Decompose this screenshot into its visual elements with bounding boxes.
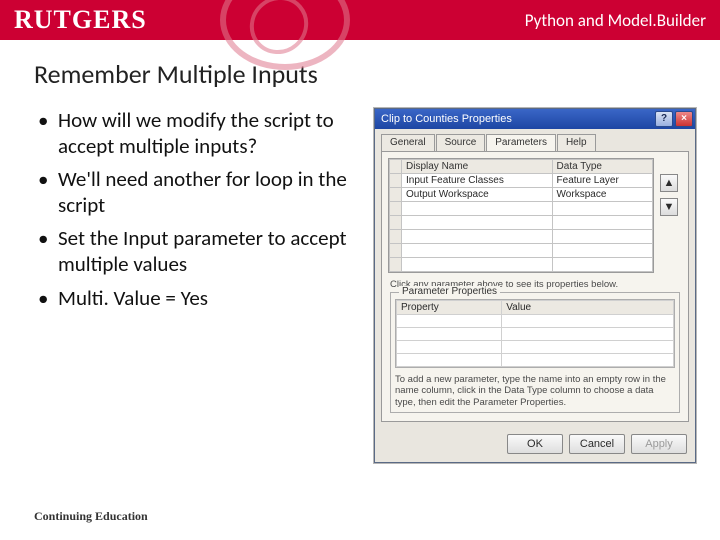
- bullet-item: Multi. Value = Yes: [38, 286, 368, 312]
- close-icon[interactable]: ×: [675, 111, 693, 127]
- cell-data-type[interactable]: Workspace: [552, 188, 652, 202]
- bullet-item: How will we modify the script to accept …: [38, 108, 368, 159]
- bullet-item: We'll need another for loop in the scrip…: [38, 167, 368, 218]
- arrow-down-icon: ▼: [664, 201, 675, 213]
- table-row[interactable]: [390, 216, 653, 230]
- help-icon[interactable]: ?: [655, 111, 673, 127]
- move-up-button[interactable]: ▲: [660, 174, 678, 192]
- header-topic-label: Python and Model.Builder: [525, 10, 706, 31]
- col-data-type[interactable]: Data Type: [552, 160, 652, 174]
- move-down-button[interactable]: ▼: [660, 198, 678, 216]
- cell-display-name[interactable]: Input Feature Classes: [402, 174, 553, 188]
- table-row[interactable]: Input Feature Classes Feature Layer: [390, 174, 653, 188]
- tab-help[interactable]: Help: [557, 134, 596, 152]
- col-display-name[interactable]: Display Name: [402, 160, 553, 174]
- table-row[interactable]: [390, 258, 653, 272]
- parameter-properties-group: Parameter Properties Property Value To a…: [390, 292, 680, 413]
- tab-body: Display Name Data Type Input Feature Cla…: [381, 151, 689, 422]
- table-row[interactable]: [390, 230, 653, 244]
- parameters-grid[interactable]: Display Name Data Type Input Feature Cla…: [388, 158, 654, 273]
- parameter-properties-note: To add a new parameter, type the name in…: [395, 374, 675, 408]
- tab-source[interactable]: Source: [436, 134, 486, 152]
- table-row[interactable]: Output Workspace Workspace: [390, 188, 653, 202]
- dialog-titlebar[interactable]: Clip to Counties Properties ? ×: [375, 109, 695, 129]
- rutgers-logo: RUTGERS: [14, 5, 147, 35]
- properties-dialog: Clip to Counties Properties ? × General …: [374, 108, 696, 463]
- slide-header: RUTGERS Python and Model.Builder: [0, 0, 720, 40]
- tab-general[interactable]: General: [381, 134, 435, 152]
- cell-data-type[interactable]: Feature Layer: [552, 174, 652, 188]
- tab-parameters[interactable]: Parameters: [486, 134, 556, 152]
- footer-text: Continuing Education: [34, 509, 148, 524]
- table-row[interactable]: [397, 328, 674, 341]
- row-header-blank: [390, 160, 402, 174]
- arrow-up-icon: ▲: [664, 177, 675, 189]
- table-row[interactable]: [390, 244, 653, 258]
- group-legend: Parameter Properties: [399, 286, 500, 297]
- table-row[interactable]: [397, 315, 674, 328]
- tab-strip: General Source Parameters Help: [375, 129, 695, 151]
- table-row[interactable]: [397, 341, 674, 354]
- bullet-list: How will we modify the script to accept …: [38, 108, 368, 319]
- bullet-item: Set the Input parameter to accept multip…: [38, 226, 368, 277]
- slide-title: Remember Multiple Inputs: [34, 58, 720, 90]
- cell-display-name[interactable]: Output Workspace: [402, 188, 553, 202]
- parameter-properties-grid[interactable]: Property Value: [395, 299, 675, 368]
- cancel-button[interactable]: Cancel: [569, 434, 625, 454]
- table-row[interactable]: [390, 202, 653, 216]
- apply-button[interactable]: Apply: [631, 434, 687, 454]
- ok-button[interactable]: OK: [507, 434, 563, 454]
- dialog-title: Clip to Counties Properties: [381, 113, 512, 125]
- col-value[interactable]: Value: [502, 301, 674, 315]
- col-property[interactable]: Property: [397, 301, 502, 315]
- table-row[interactable]: [397, 354, 674, 367]
